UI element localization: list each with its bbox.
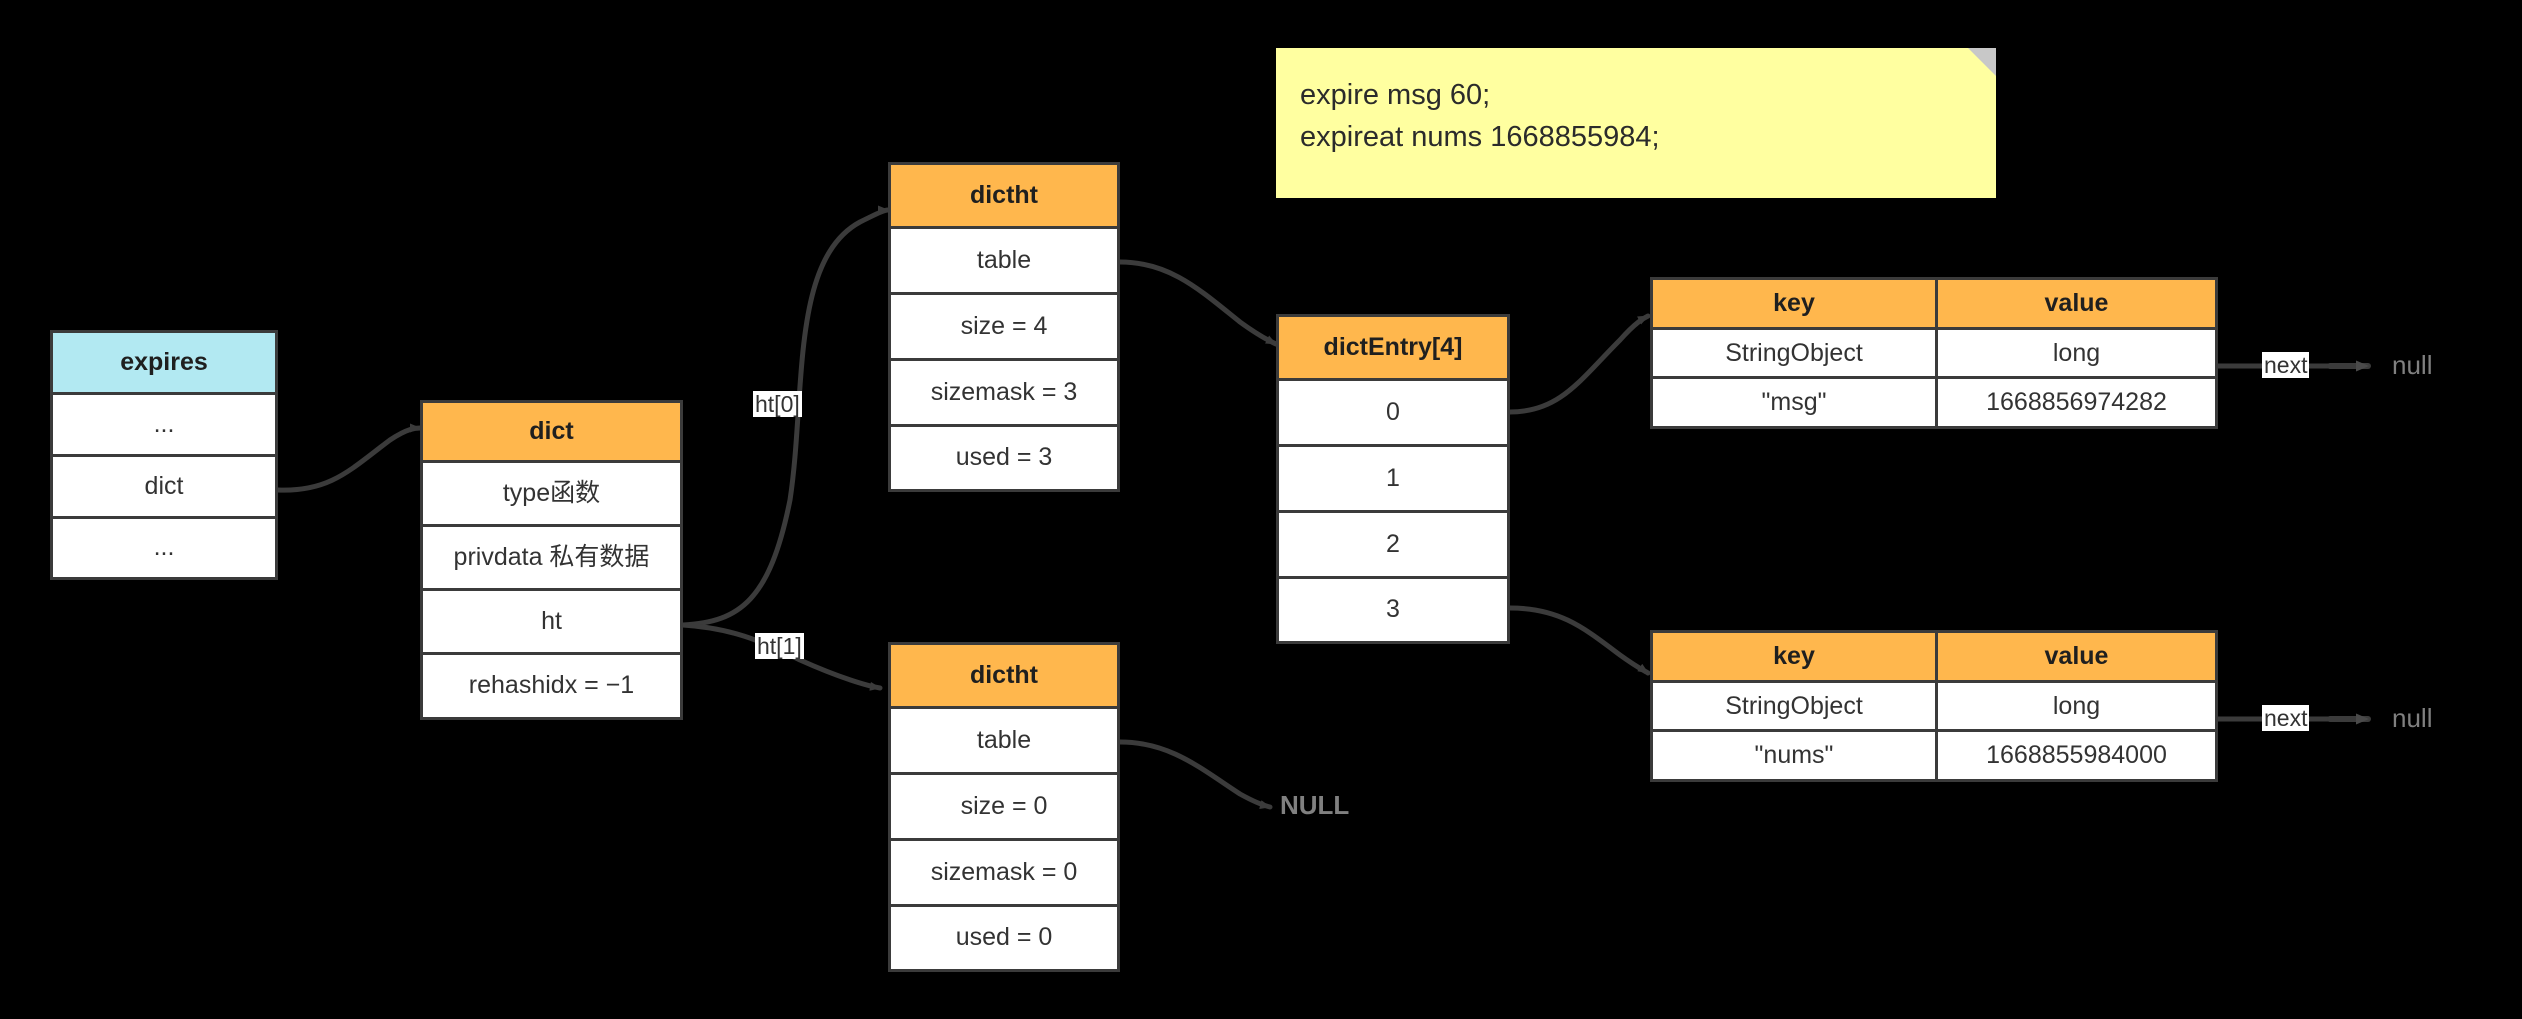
dictht0-struct: dictht table size = 4 sizemask = 3 used … bbox=[888, 162, 1120, 492]
note-fold-corner bbox=[1968, 48, 1996, 76]
expires-row-2: ... bbox=[53, 519, 275, 577]
dictht0-row-sizemask: sizemask = 3 bbox=[891, 361, 1117, 427]
entry-msg-value-type: long bbox=[1938, 329, 2215, 377]
edge-label-ht1: ht[1] bbox=[755, 633, 804, 660]
dict-row-rehashidx: rehashidx = −1 bbox=[423, 655, 680, 717]
dictht1-struct: dictht table size = 0 sizemask = 0 used … bbox=[888, 642, 1120, 972]
sticky-note: expire msg 60; expireat nums 1668855984; bbox=[1276, 48, 1996, 198]
dictht0-header: dictht bbox=[891, 165, 1117, 229]
expires-struct: expires ... dict ... bbox=[50, 330, 278, 580]
dictentry-slot-0: 0 bbox=[1279, 381, 1507, 447]
entry-nums-header-row: key value bbox=[1653, 633, 2215, 683]
entry-msg-header-row: key value bbox=[1653, 280, 2215, 330]
edge-entry3-to-nums bbox=[1507, 605, 1651, 676]
note-line-1: expire msg 60; bbox=[1300, 79, 1491, 111]
entry-msg-col-value: value bbox=[1938, 280, 2215, 327]
note-line-2: expireat nums 1668855984; bbox=[1300, 121, 1660, 154]
dict-struct: dict type函数 privdata 私有数据 ht rehashidx =… bbox=[420, 400, 683, 720]
dictht1-row-used: used = 0 bbox=[891, 907, 1117, 969]
dictht0-row-size: size = 4 bbox=[891, 295, 1117, 361]
expires-header: expires bbox=[53, 333, 275, 395]
entry-nums-col-key: key bbox=[1653, 633, 1938, 680]
entry-msg-key-type: StringObject bbox=[1653, 329, 1938, 377]
expires-row-0: ... bbox=[53, 395, 275, 457]
dictentry-array: dictEntry[4] 0 1 2 3 bbox=[1276, 314, 1510, 644]
edge-label-ht0: ht[0] bbox=[753, 391, 802, 418]
entry-nums-table: key value StringObject long "nums" 16688… bbox=[1650, 630, 2218, 782]
terminal-null-nums: null bbox=[2392, 703, 2433, 733]
edge-label-next-nums: next bbox=[2262, 705, 2310, 732]
diagram-canvas: expires ... dict ... dict type函数 privdat… bbox=[0, 0, 2522, 1019]
dictht1-row-size: size = 0 bbox=[891, 775, 1117, 841]
edge-label-next-msg: next bbox=[2262, 352, 2310, 379]
entry-nums-type-row: StringObject long bbox=[1653, 682, 2215, 733]
entry-nums-key-value: "nums" bbox=[1653, 732, 1938, 780]
entry-msg-key-value: "msg" bbox=[1653, 379, 1938, 427]
entry-msg-col-key: key bbox=[1653, 280, 1938, 327]
dictht0-row-used: used = 3 bbox=[891, 427, 1117, 489]
edge-table0-to-dictentry bbox=[1117, 259, 1279, 347]
entry-nums-value-type: long bbox=[1938, 682, 2215, 730]
entry-nums-col-value: value bbox=[1938, 633, 2215, 680]
dictentry-slot-3: 3 bbox=[1279, 579, 1507, 641]
edge-expires-to-dict bbox=[275, 423, 423, 493]
entry-nums-value-value: 1668855984000 bbox=[1938, 732, 2215, 780]
dict-row-ht: ht bbox=[423, 591, 680, 655]
expires-row-dict: dict bbox=[53, 457, 275, 519]
terminal-null-msg: null bbox=[2392, 350, 2433, 380]
dict-row-type: type函数 bbox=[423, 463, 680, 527]
terminal-null-table: NULL bbox=[1280, 790, 1350, 820]
dictentry-slot-2: 2 bbox=[1279, 513, 1507, 579]
edge-ht0 bbox=[680, 205, 891, 628]
dictentry-header: dictEntry[4] bbox=[1279, 317, 1507, 381]
dictht0-row-table: table bbox=[891, 229, 1117, 295]
dictht1-header: dictht bbox=[891, 645, 1117, 709]
connector-layer bbox=[275, 205, 2371, 810]
dict-header: dict bbox=[423, 403, 680, 463]
dict-row-privdata: privdata 私有数据 bbox=[423, 527, 680, 591]
entry-msg-type-row: StringObject long bbox=[1653, 329, 2215, 380]
entry-msg-value-value: 1668856974282 bbox=[1938, 379, 2215, 427]
entry-msg-table: key value StringObject long "msg" 166885… bbox=[1650, 277, 2218, 429]
dictht1-row-table: table bbox=[891, 709, 1117, 775]
entry-msg-data-row: "msg" 1668856974282 bbox=[1653, 379, 2215, 427]
entry-nums-key-type: StringObject bbox=[1653, 682, 1938, 730]
edge-table1-to-null bbox=[1117, 739, 1273, 810]
entry-nums-data-row: "nums" 1668855984000 bbox=[1653, 732, 2215, 780]
dictht1-row-sizemask: sizemask = 0 bbox=[891, 841, 1117, 907]
dictentry-slot-1: 1 bbox=[1279, 447, 1507, 513]
edge-entry0-to-msg bbox=[1507, 313, 1651, 415]
